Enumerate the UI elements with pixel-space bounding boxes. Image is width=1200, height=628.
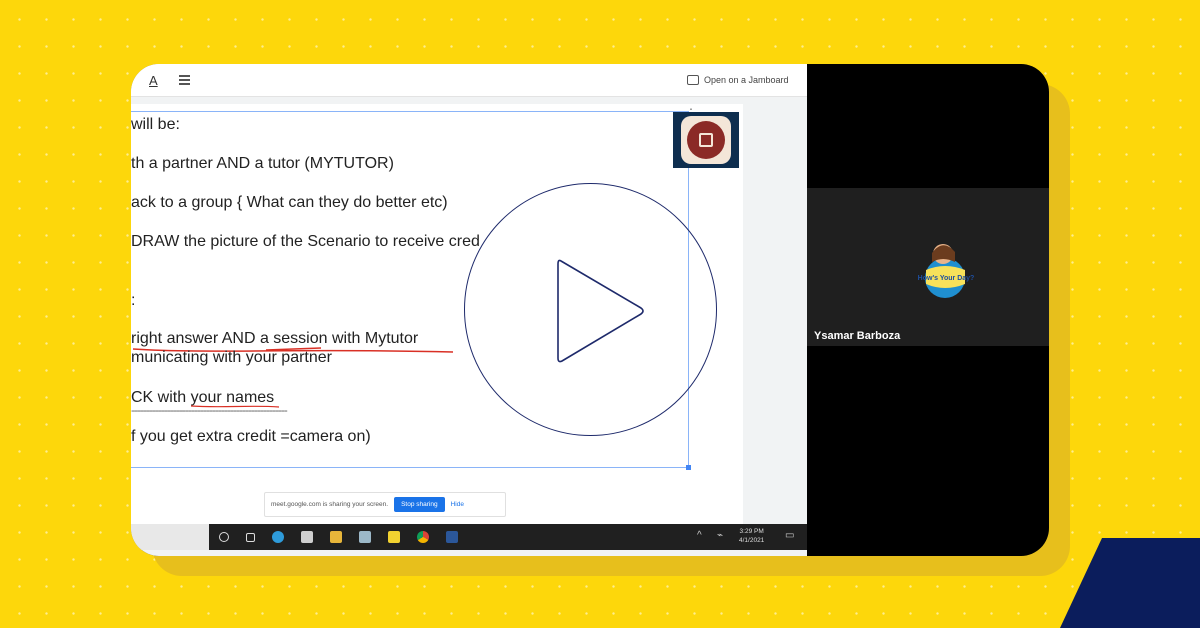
slide-line: municating with your partner: [131, 349, 332, 366]
slide-line: ack to a group { What can they do better…: [131, 194, 448, 211]
taskbar-time: 3:29 PM: [739, 528, 764, 535]
slide-line: DRAW the picture of the Scenario to rece…: [131, 233, 480, 250]
taskbar-left-gap: [131, 524, 209, 550]
notifications-icon[interactable]: ▭: [785, 530, 794, 541]
search-circle-icon[interactable]: [219, 532, 229, 542]
task-view-icon[interactable]: [246, 532, 255, 542]
chevron-up-icon[interactable]: ^: [697, 530, 702, 541]
share-message: meet.google.com is sharing your screen.: [271, 501, 389, 508]
open-jamboard-label: Open on a Jamboard: [704, 75, 789, 85]
app-icon[interactable]: [359, 531, 371, 543]
tutor-logo: [673, 112, 739, 168]
slide-line: will be:: [131, 116, 180, 133]
participant-avatar: How's Your Day?: [918, 244, 975, 298]
align-icon[interactable]: [179, 75, 190, 85]
avatar-text: How's Your Day?: [918, 275, 975, 282]
slide-divider: ----------------------------------------…: [131, 403, 288, 417]
slides-toolbar: A Open on a Jamboard: [131, 64, 807, 97]
slide-line: f you get extra credit =camera on): [131, 428, 371, 445]
taskbar-clock[interactable]: 3:29 PM 4/1/2021: [739, 527, 764, 545]
screen-share-bar: meet.google.com is sharing your screen. …: [264, 492, 506, 517]
word-icon[interactable]: [446, 531, 458, 543]
slide-line: :: [131, 292, 136, 309]
chrome-icon[interactable]: [417, 531, 429, 543]
slide-line: th a partner AND a tutor (MYTUTOR): [131, 155, 394, 172]
participant-name: Ysamar Barboza: [814, 330, 901, 342]
play-icon[interactable]: [555, 255, 647, 367]
file-explorer-icon[interactable]: [330, 531, 342, 543]
sticky-notes-icon[interactable]: [388, 531, 400, 543]
logo-mark-icon: [699, 133, 713, 147]
hide-button[interactable]: Hide: [451, 501, 464, 508]
stop-sharing-button[interactable]: Stop sharing: [394, 497, 445, 512]
text-format-icon[interactable]: A: [149, 73, 158, 88]
navy-corner-shape: [1060, 538, 1200, 628]
edge-icon[interactable]: [272, 531, 284, 543]
jamboard-icon: [687, 75, 699, 85]
taskbar-date: 4/1/2021: [739, 537, 765, 544]
network-icon[interactable]: ⌁: [717, 530, 723, 541]
windows-taskbar: ^ ⌁ 3:29 PM 4/1/2021 ▭: [209, 524, 807, 550]
resize-handle[interactable]: [686, 465, 691, 470]
store-icon[interactable]: [301, 531, 313, 543]
open-jamboard-button[interactable]: Open on a Jamboard: [687, 75, 789, 85]
